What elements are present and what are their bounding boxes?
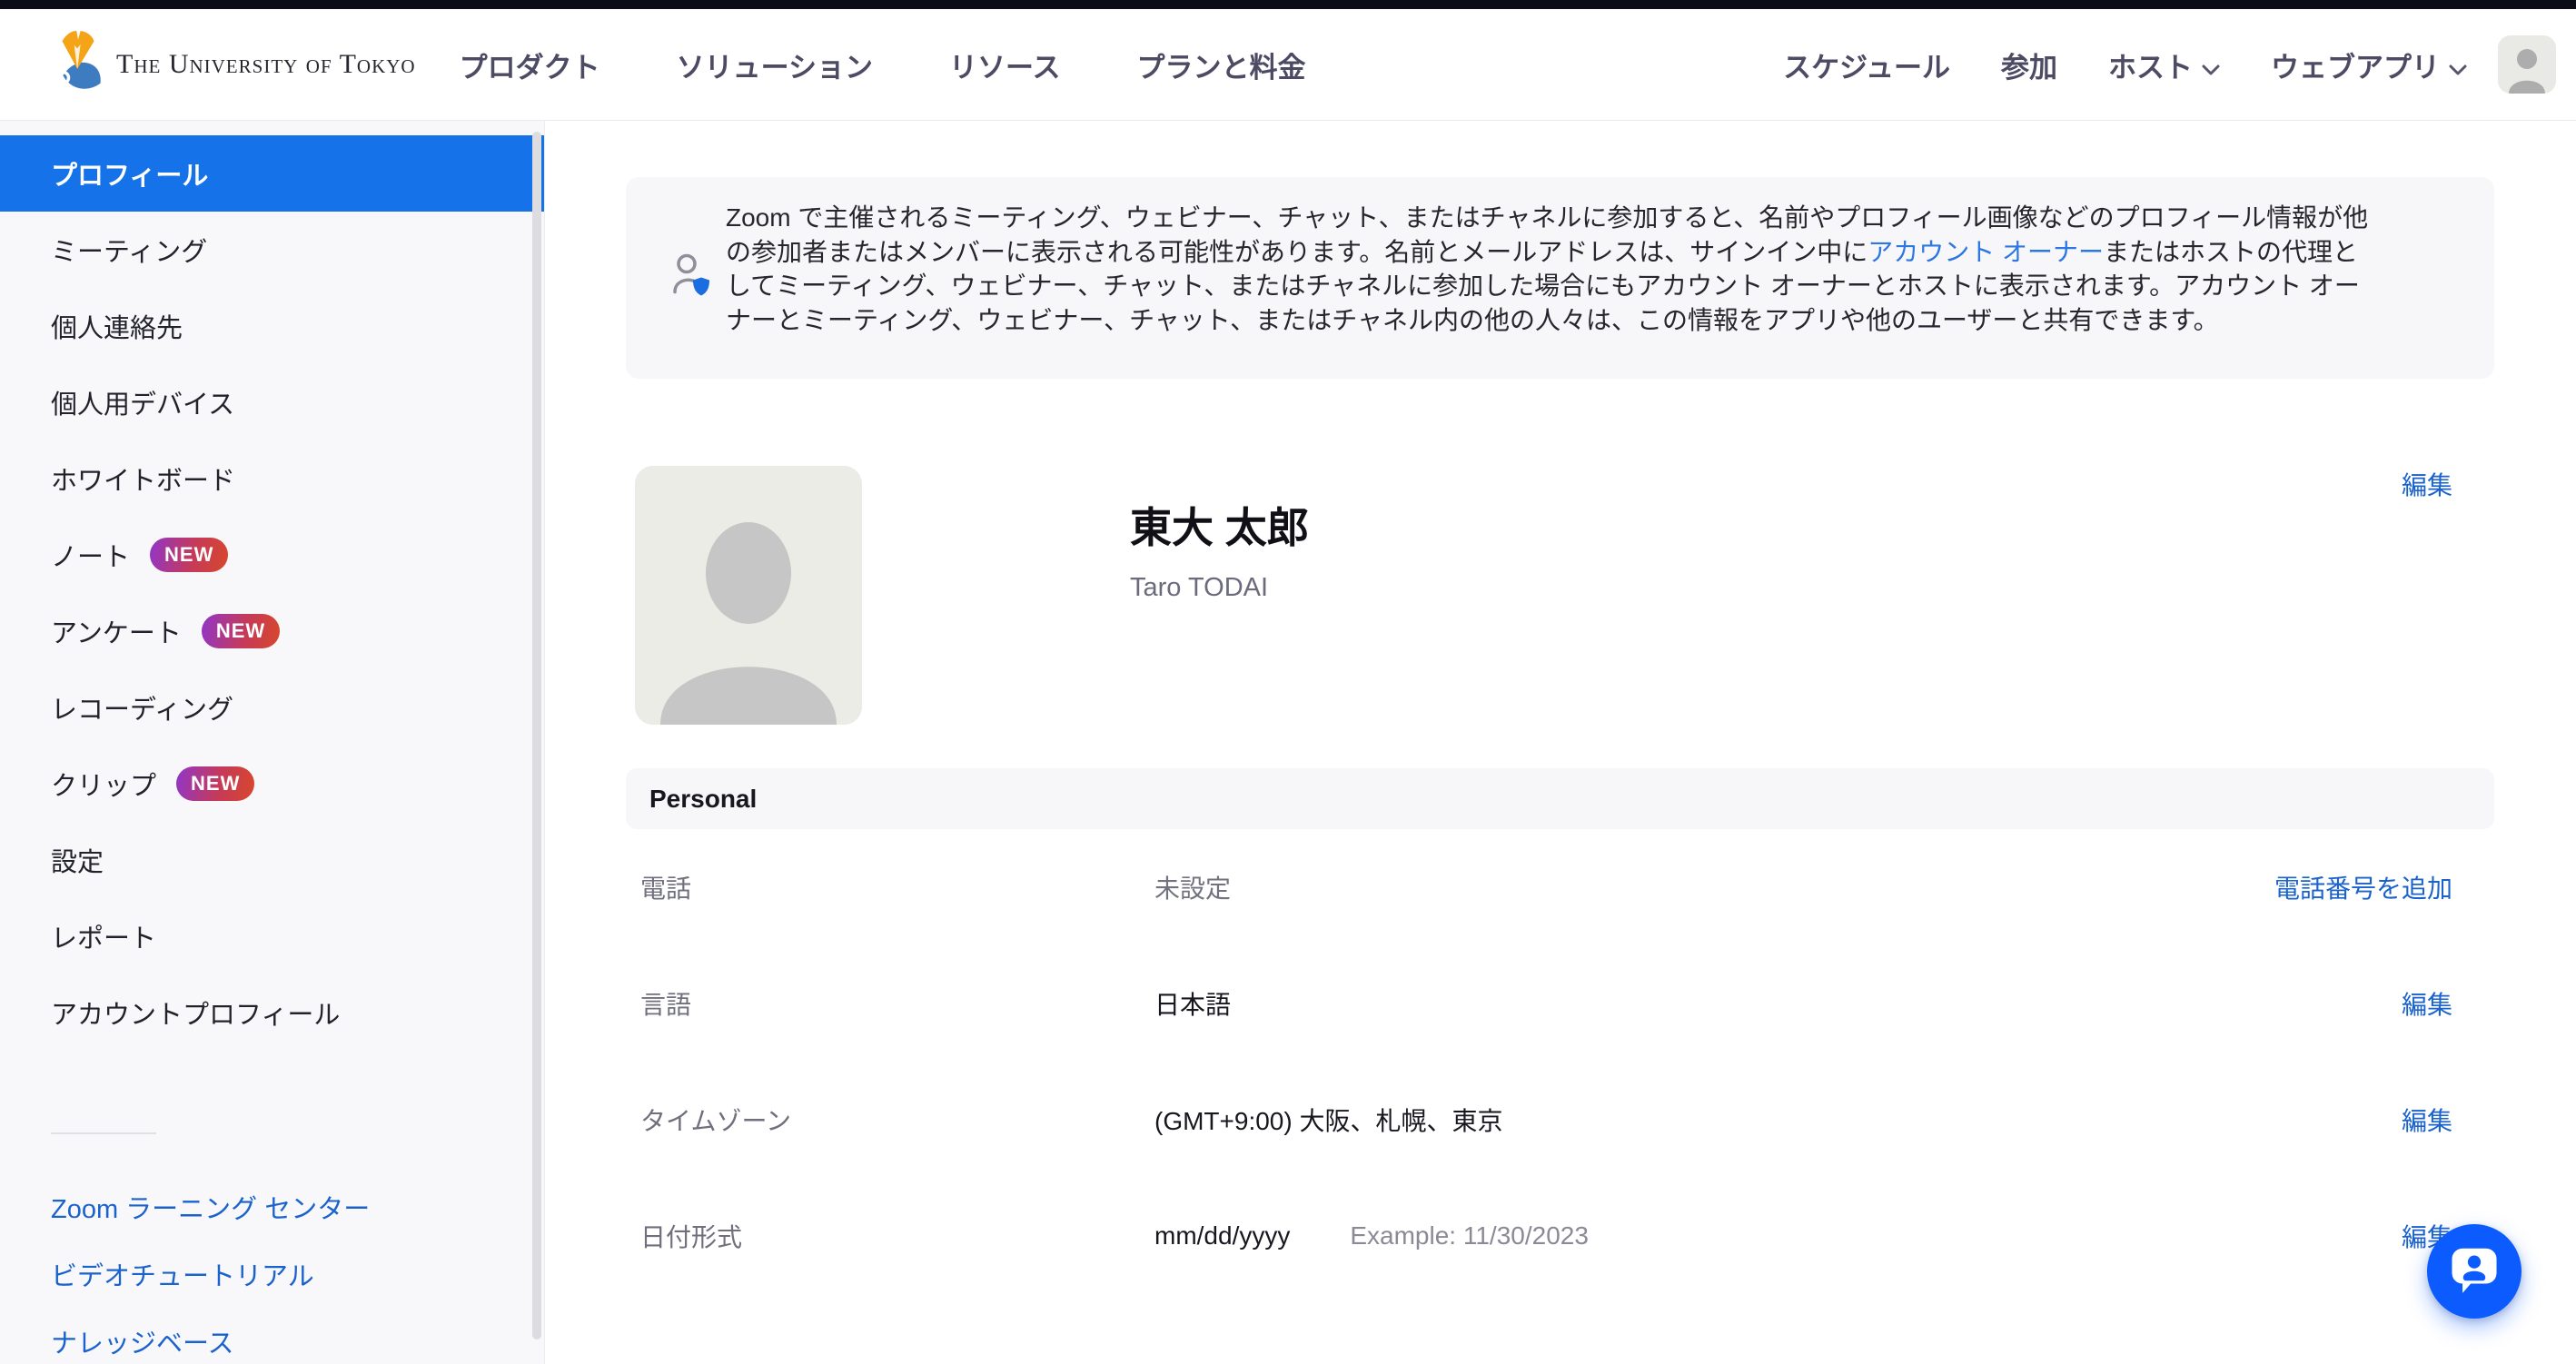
sidebar-item-clips[interactable]: クリップ NEW: [0, 746, 544, 822]
display-name: 東大 太郎: [1130, 495, 1309, 555]
date-format-value: mm/dd/yyyy: [1154, 1221, 1290, 1250]
account-owner-link[interactable]: アカウント オーナー: [1868, 238, 2104, 266]
phone-value: 未設定: [1154, 869, 1231, 905]
language-label: 言語: [640, 985, 1154, 1022]
sidebar-item-recordings[interactable]: レコーディング: [0, 669, 544, 746]
primary-nav: プロダクト ソリューション リソース プランと料金: [460, 44, 1306, 85]
date-format-label: 日付形式: [640, 1218, 1154, 1254]
identity-block: 東大 太郎 Taro TODAI: [1130, 466, 1309, 725]
privacy-notice: Zoom で主催されるミーティング、ウェビナー、チャット、またはチャネルに参加す…: [626, 177, 2494, 379]
phone-row: 電話 未設定 電話番号を追加: [626, 829, 2494, 945]
chevron-down-icon: [2449, 51, 2467, 84]
ginkgo-leaf-icon: [53, 28, 104, 102]
romanized-name: Taro TODAI: [1130, 573, 1309, 603]
user-avatar[interactable]: [2498, 35, 2556, 94]
sidebar-scrollbar[interactable]: [532, 132, 541, 1339]
sidebar-item-notes[interactable]: ノート NEW: [0, 517, 544, 593]
sidebar-item-personal-devices[interactable]: 個人用デバイス: [0, 364, 544, 440]
section-title: Personal: [649, 785, 757, 814]
nav-solutions[interactable]: ソリューション: [677, 44, 873, 85]
new-badge: NEW: [176, 766, 254, 801]
browser-top-bar: [0, 0, 2576, 9]
phone-label: 電話: [640, 869, 1154, 905]
date-format-example: Example: 11/30/2023: [1350, 1221, 1589, 1250]
chat-person-icon: [2446, 1241, 2502, 1302]
new-badge: NEW: [150, 538, 228, 572]
nav-resources[interactable]: リソース: [949, 44, 1060, 85]
timezone-label: タイムゾーン: [640, 1102, 1154, 1138]
sidebar-item-surveys[interactable]: アンケート NEW: [0, 593, 544, 669]
date-format-row: 日付形式 mm/dd/yyyy Example: 11/30/2023 編集: [626, 1178, 2494, 1294]
university-of-tokyo-logo[interactable]: The University of Tokyo: [53, 28, 416, 102]
language-row: 言語 日本語 編集: [626, 945, 2494, 1062]
edit-language-link[interactable]: 編集: [2402, 985, 2452, 1022]
nav-host-dropdown[interactable]: ホスト: [2108, 44, 2220, 85]
language-value: 日本語: [1154, 985, 1231, 1022]
profile-avatar[interactable]: [635, 466, 862, 725]
timezone-row: タイムゾーン (GMT+9:00) 大阪、札幌、東京 編集: [626, 1062, 2494, 1178]
add-phone-number-link[interactable]: 電話番号を追加: [2274, 869, 2452, 905]
sidebar-item-whiteboards[interactable]: ホワイトボード: [0, 440, 544, 517]
top-navigation: The University of Tokyo プロダクト ソリューション リソ…: [0, 9, 2576, 121]
nav-join[interactable]: 参加: [2001, 44, 2057, 85]
privacy-notice-text: Zoom で主催されるミーティング、ウェビナー、チャット、またはチャネルに参加す…: [726, 201, 2376, 337]
sidebar: プロフィール ミーティング 個人連絡先 個人用デバイス ホワイトボード ノート …: [0, 121, 545, 1364]
logo-text: The University of Tokyo: [116, 49, 416, 80]
nav-products[interactable]: プロダクト: [460, 44, 600, 85]
user-privacy-shield-icon: [671, 252, 713, 304]
sidebar-item-meetings[interactable]: ミーティング: [0, 212, 544, 288]
edit-timezone-link[interactable]: 編集: [2402, 1102, 2452, 1138]
account-nav: スケジュール 参加 ホスト ウェブアプリ: [1783, 44, 2467, 85]
link-knowledge-base[interactable]: ナレッジベース: [0, 1310, 544, 1364]
chevron-down-icon: [2202, 51, 2220, 84]
sidebar-item-personal-contacts[interactable]: 個人連絡先: [0, 288, 544, 364]
sidebar-item-account-profile[interactable]: アカウントプロフィール: [0, 974, 544, 1051]
link-video-tutorials[interactable]: ビデオチュートリアル: [0, 1243, 544, 1310]
nav-schedule[interactable]: スケジュール: [1783, 44, 1950, 85]
profile-identity-section: 東大 太郎 Taro TODAI 編集: [626, 466, 2494, 725]
sidebar-divider: [51, 1132, 156, 1134]
sidebar-item-reports[interactable]: レポート: [0, 898, 544, 974]
personal-section-header: Personal: [626, 768, 2494, 829]
sidebar-item-settings[interactable]: 設定: [0, 822, 544, 898]
profile-content: Zoom で主催されるミーティング、ウェビナー、チャット、またはチャネルに参加す…: [545, 121, 2576, 1364]
sidebar-item-profile[interactable]: プロフィール: [0, 135, 544, 212]
link-zoom-learning-center[interactable]: Zoom ラーニング センター: [0, 1176, 544, 1243]
support-chat-button[interactable]: [2427, 1224, 2522, 1319]
timezone-value: (GMT+9:00) 大阪、札幌、東京: [1154, 1102, 1502, 1138]
nav-webapp-dropdown[interactable]: ウェブアプリ: [2271, 44, 2467, 85]
nav-plans-pricing[interactable]: プランと料金: [1136, 44, 1305, 85]
new-badge: NEW: [202, 614, 280, 648]
edit-name-link[interactable]: 編集: [2402, 466, 2452, 725]
